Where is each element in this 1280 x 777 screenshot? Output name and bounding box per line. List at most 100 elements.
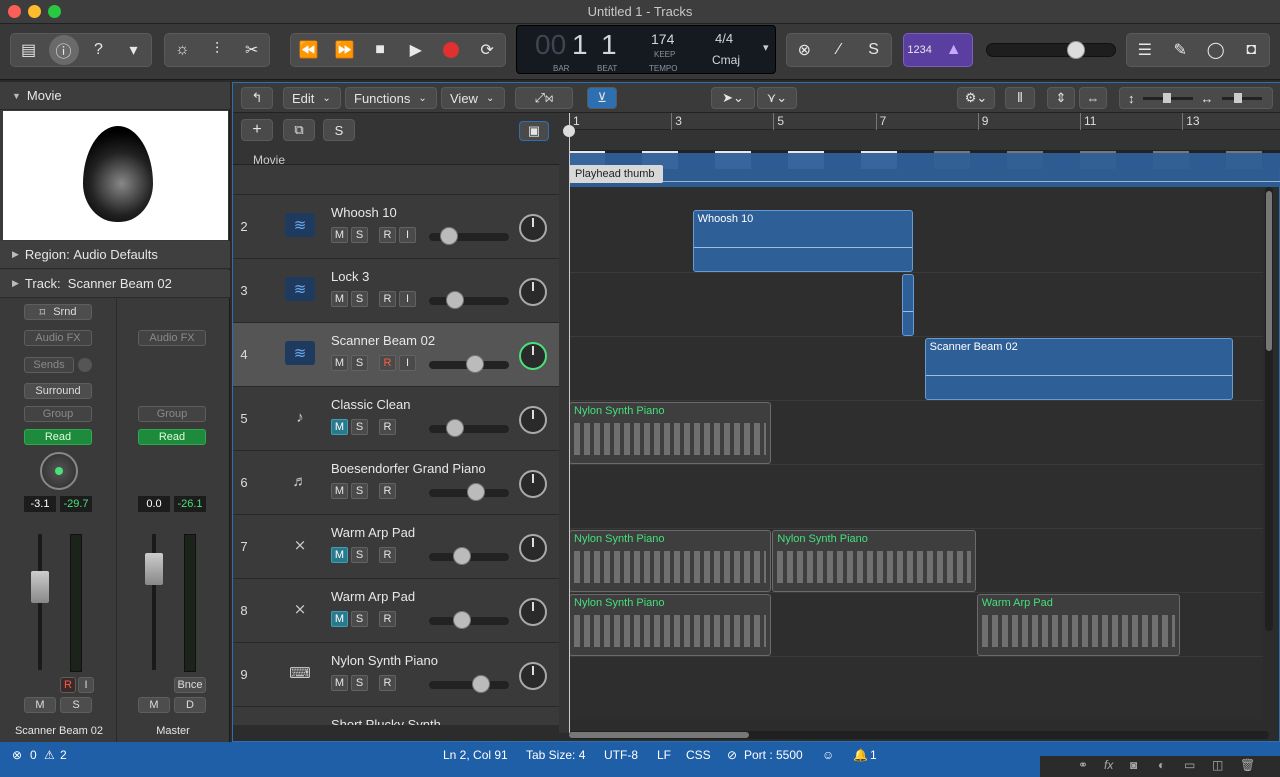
track-mute-button[interactable]: M (331, 611, 348, 627)
dropdown-icon[interactable]: ▾ (119, 35, 149, 65)
track-mute-button[interactable]: M (331, 227, 348, 243)
tuner-icon[interactable]: ⁄ (824, 35, 854, 65)
track-volume-slider[interactable] (429, 425, 509, 433)
zoom-sliders[interactable]: ↕ ↔ (1119, 87, 1273, 109)
track-input-monitor-button[interactable]: I (399, 291, 416, 307)
track-solo-button[interactable]: S (351, 291, 368, 307)
new-icon[interactable]: ◫ (1212, 758, 1223, 772)
track-header[interactable]: 5 ♪ Classic Clean M S R (233, 387, 559, 451)
master-mute-button[interactable]: M (138, 697, 170, 713)
track-record-button[interactable]: R (379, 675, 396, 691)
track-section-header[interactable]: ▶ Track: Scanner Beam 02 (0, 270, 230, 298)
vertical-zoom-slider[interactable] (1142, 92, 1193, 103)
track-pan-knob[interactable] (519, 470, 547, 498)
functions-menu[interactable]: Functions ⌄ (345, 87, 437, 109)
lcd-key[interactable]: Cmaj (712, 53, 740, 67)
track-header[interactable]: 3 ≋ Lock 3 MSRI (233, 259, 559, 323)
midi-region[interactable]: Nylon Synth Piano (569, 594, 772, 656)
track-name[interactable]: Classic Clean (331, 397, 410, 412)
strip1-record-button[interactable]: R (60, 677, 76, 693)
solo-icon[interactable]: S (859, 35, 889, 65)
track-solo-button[interactable]: S (351, 483, 368, 499)
sends-slot[interactable]: Sends (24, 357, 74, 373)
track-volume-knob[interactable] (446, 291, 465, 309)
track-mute-button[interactable]: M (331, 291, 348, 307)
record-settings-icon[interactable]: ◙ (1130, 758, 1137, 772)
note-pad-icon[interactable]: ✎ (1165, 35, 1195, 65)
track-pan-knob[interactable] (519, 214, 547, 242)
movie-audio-region[interactable] (569, 153, 1280, 187)
fast-forward-icon[interactable]: ⏩ (329, 35, 359, 65)
track-input-monitor-button[interactable]: I (399, 355, 416, 371)
track-volume-knob[interactable] (467, 483, 486, 501)
track-name[interactable]: Whoosh 10 (331, 205, 397, 220)
fx-icon[interactable]: fx (1104, 758, 1113, 772)
metronome-icon[interactable]: ☼ (167, 35, 197, 65)
track-pan-knob[interactable] (519, 406, 547, 434)
strip1-mute-button[interactable]: M (24, 697, 56, 713)
mixer-icon[interactable]: ⫶ (202, 35, 232, 65)
record-icon[interactable] (436, 35, 466, 65)
horizontal-zoom-slider[interactable] (1221, 92, 1262, 103)
disclosure-triangle-icon[interactable]: ▶ (12, 278, 19, 289)
lcd-tempo[interactable]: 174 (651, 31, 674, 47)
track-volume-slider[interactable] (429, 681, 509, 689)
track-name[interactable]: Warm Arp Pad (331, 589, 415, 604)
track-record-button[interactable]: R (379, 611, 396, 627)
edit-menu[interactable]: Edit ⌄ (283, 87, 341, 109)
track-header-partial[interactable] (233, 165, 559, 195)
solo-track-button[interactable]: S (323, 119, 355, 141)
track-record-button[interactable]: R (379, 419, 396, 435)
master-audio-fx-slot[interactable]: Audio FX (138, 330, 206, 346)
track-header[interactable]: 8 ⨯ Warm Arp Pad M S R (233, 579, 559, 643)
help-icon[interactable]: ? (84, 35, 114, 65)
track-volume-knob[interactable] (466, 355, 485, 373)
track-volume-knob[interactable] (452, 611, 471, 629)
secondary-tool-icon[interactable]: ⋎⌄ (757, 87, 797, 109)
bar-ruler[interactable]: 1 3 5 7 9 11 13 (569, 113, 1280, 130)
language-mode[interactable]: CSS (686, 748, 711, 762)
strip1-input-monitor-button[interactable]: I (78, 677, 94, 693)
group-button[interactable]: Group (24, 406, 92, 422)
track-solo-button[interactable]: S (351, 675, 368, 691)
pointer-tool-icon[interactable]: ➤⌄ (711, 87, 755, 109)
track-lane[interactable] (569, 465, 1263, 529)
errors-count[interactable]: 0 (30, 748, 37, 762)
track-volume-knob[interactable] (440, 227, 459, 245)
track-pan-knob[interactable] (519, 342, 547, 370)
automation-curve-icon[interactable]: ⤢⋈ (515, 87, 573, 109)
send-knob[interactable] (78, 358, 92, 372)
track-header[interactable]: 7 ⨯ Warm Arp Pad M S R (233, 515, 559, 579)
rewind-icon[interactable]: ⏪ (294, 35, 324, 65)
track-pan-knob[interactable] (519, 598, 547, 626)
master-volume-slider[interactable] (986, 43, 1116, 57)
catch-playhead-icon[interactable]: ⊻ (587, 87, 617, 109)
notifications-bell-icon[interactable]: 🔔 (853, 748, 868, 762)
track-record-button[interactable]: R (379, 547, 396, 563)
track-record-button[interactable]: R (379, 227, 396, 243)
track-name[interactable]: Scanner Beam 02 (331, 333, 435, 348)
strip1-volume-readout[interactable]: -3.1 (24, 496, 56, 512)
back-arrow-icon[interactable]: ↰ (241, 87, 273, 109)
horizontal-fit-icon[interactable]: ⇔ (1079, 87, 1107, 109)
master-automation-read-button[interactable]: Read (138, 429, 206, 445)
track-header[interactable]: ⨯Short Plucky SynthMSR (233, 707, 559, 725)
track-record-button[interactable]: R (379, 483, 396, 499)
ruler-secondary[interactable] (569, 130, 1280, 151)
play-icon[interactable]: ▶ (401, 35, 431, 65)
master-volume-knob[interactable] (1067, 41, 1085, 59)
track-mute-button[interactable]: M (331, 675, 348, 691)
track-mute-button[interactable]: M (331, 355, 348, 371)
inspector-icon[interactable]: ⓘ (48, 35, 79, 65)
tab-size[interactable]: Tab Size: 4 (526, 748, 585, 762)
track-header[interactable]: 4 ≋ Scanner Beam 02 M S R I (233, 323, 559, 387)
metronome-click-icon[interactable]: ▲ (939, 35, 969, 65)
surround-icon-button[interactable]: ⌑ Srnd (24, 304, 92, 320)
trash-icon[interactable]: 🗑 (1240, 758, 1255, 772)
folder-icon[interactable]: ▭ (1184, 758, 1195, 772)
link-icon[interactable]: ⚭ (1078, 758, 1088, 772)
track-solo-button[interactable]: S (351, 227, 368, 243)
lcd-signature[interactable]: 4/4 (715, 31, 733, 46)
region-section-header[interactable]: ▶ Region: Audio Defaults (0, 241, 230, 269)
playhead-line[interactable] (569, 113, 570, 733)
